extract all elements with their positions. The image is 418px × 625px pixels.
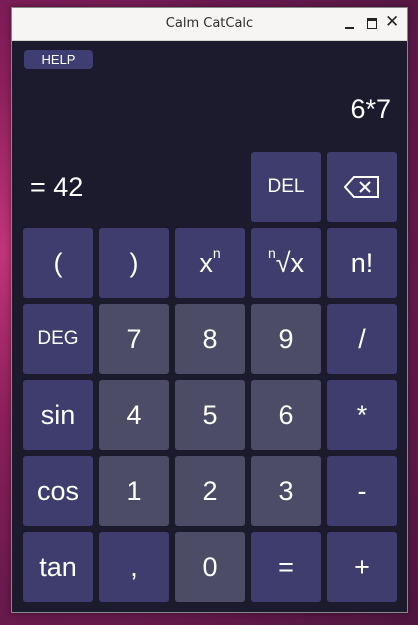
sin-button[interactable]: sin — [23, 380, 93, 450]
delete-button[interactable]: DEL — [251, 152, 321, 222]
key-4[interactable]: 4 — [99, 380, 169, 450]
power-button[interactable]: xn — [175, 228, 245, 298]
cos-button[interactable]: cos — [23, 456, 93, 526]
result-display: = 42 — [30, 172, 84, 202]
backspace-button[interactable] — [327, 152, 397, 222]
plus-button[interactable]: + — [327, 532, 397, 602]
help-button[interactable]: HELP — [24, 50, 93, 69]
close-icon[interactable]: ✕ — [385, 14, 399, 31]
title-bar: Calm CatCalc ✕ — [12, 8, 407, 41]
maximize-icon[interactable] — [365, 16, 379, 30]
backspace-icon — [344, 176, 380, 198]
power-exp-label: n — [212, 245, 221, 261]
key-6[interactable]: 6 — [251, 380, 321, 450]
key-5[interactable]: 5 — [175, 380, 245, 450]
key-3[interactable]: 3 — [251, 456, 321, 526]
power-base-label: x — [199, 247, 213, 278]
tan-button[interactable]: tan — [23, 532, 93, 602]
key-8[interactable]: 8 — [175, 304, 245, 374]
root-index-label: n — [267, 245, 276, 261]
divide-button[interactable]: / — [327, 304, 397, 374]
expression-display: 6*7 — [350, 94, 391, 124]
key-7[interactable]: 7 — [99, 304, 169, 374]
left-paren-button[interactable]: ( — [23, 228, 93, 298]
factorial-button[interactable]: n! — [327, 228, 397, 298]
right-paren-button[interactable]: ) — [99, 228, 169, 298]
calculator-window: Calm CatCalc ✕ HELP 6*7 = 42 DEL ( ) xn … — [11, 7, 408, 613]
minus-button[interactable]: - — [327, 456, 397, 526]
root-button[interactable]: n √x — [251, 228, 321, 298]
root-label: √x — [275, 247, 305, 278]
comma-button[interactable]: , — [99, 532, 169, 602]
deg-toggle-button[interactable]: DEG — [23, 304, 93, 374]
key-9[interactable]: 9 — [251, 304, 321, 374]
key-2[interactable]: 2 — [175, 456, 245, 526]
minimize-icon[interactable] — [343, 16, 357, 30]
key-1[interactable]: 1 — [99, 456, 169, 526]
key-0[interactable]: 0 — [175, 532, 245, 602]
equals-button[interactable]: = — [251, 532, 321, 602]
multiply-button[interactable]: * — [327, 380, 397, 450]
